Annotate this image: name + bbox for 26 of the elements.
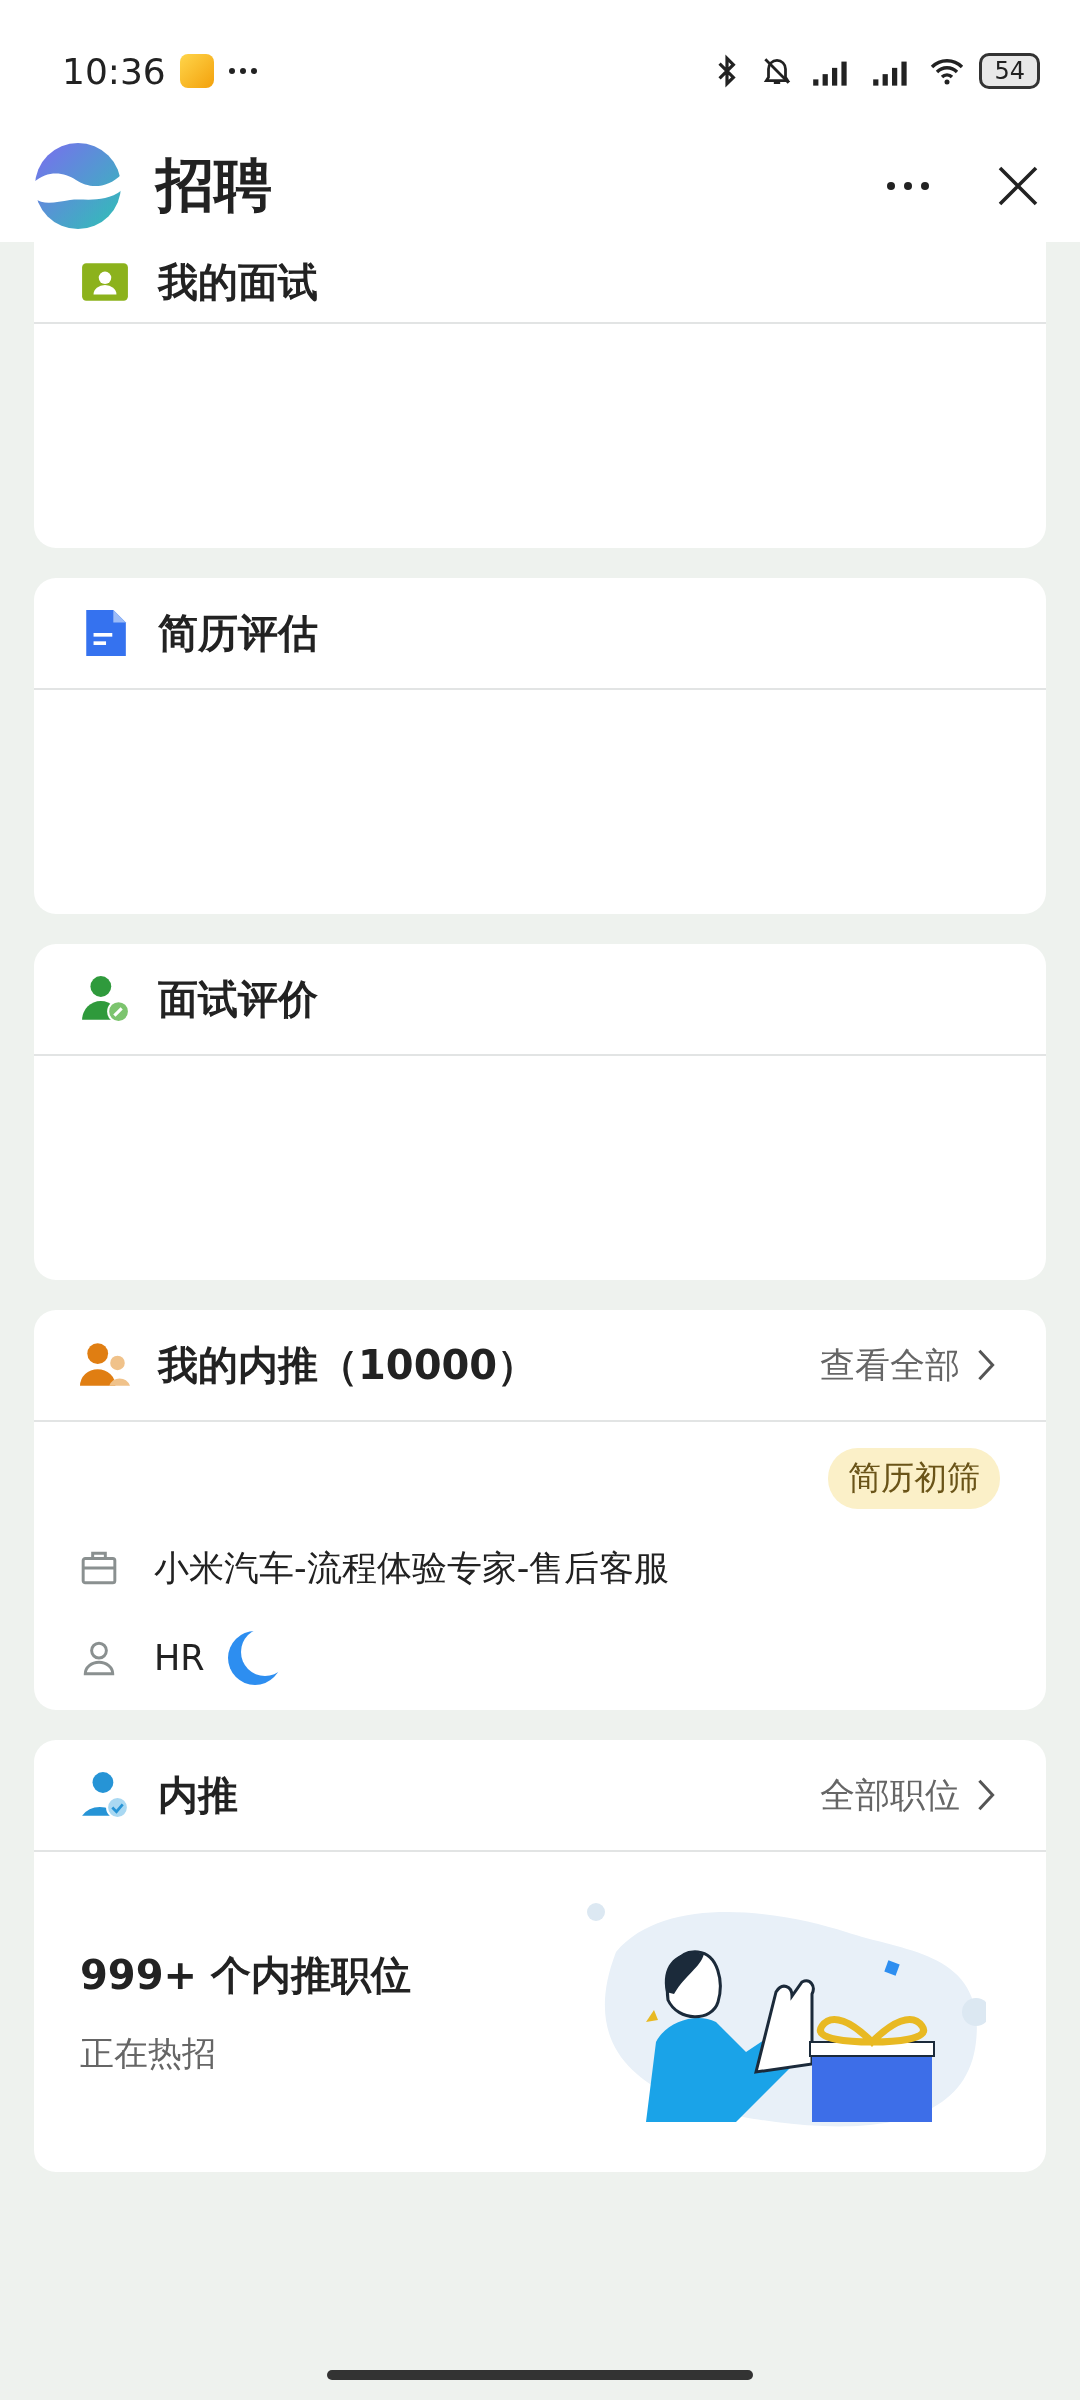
section-title: 简历评估 — [158, 608, 318, 658]
view-all-link[interactable]: 全部职位 — [820, 1771, 960, 1819]
section-title: 我的内推（10000） — [158, 1340, 538, 1390]
chevron-right-icon[interactable] — [976, 1348, 996, 1382]
avatar-icon — [226, 1630, 283, 1686]
status-tag: 简历初筛 — [828, 1447, 1000, 1509]
positions-subtitle: 正在热招 — [80, 2031, 217, 2075]
more-options-icon[interactable] — [886, 181, 930, 191]
close-icon[interactable] — [996, 164, 1040, 208]
hr-label: HR — [154, 1638, 205, 1678]
page-title: 招聘 — [156, 150, 272, 221]
battery-indicator: 54 — [979, 53, 1040, 89]
status-time: 10:36 — [62, 50, 166, 92]
chevron-right-icon[interactable] — [976, 1778, 996, 1812]
section-title: 内推 — [158, 1770, 238, 1820]
person-edit-icon — [80, 974, 130, 1024]
view-all-link[interactable]: 查看全部 — [820, 1341, 960, 1389]
more-notifications-icon — [227, 67, 258, 75]
job-title: 小米汽车-流程体验专家-售后客服 — [154, 1546, 670, 1590]
briefcase-icon — [80, 1549, 118, 1587]
positions-count: 999+ 个内推职位 — [80, 1950, 412, 2000]
notes-app-icon — [179, 54, 214, 88]
section-title: 面试评价 — [158, 974, 318, 1024]
person-check-icon — [80, 1770, 130, 1820]
app-logo-icon — [34, 142, 122, 230]
section-title: 我的面试 — [158, 257, 318, 307]
